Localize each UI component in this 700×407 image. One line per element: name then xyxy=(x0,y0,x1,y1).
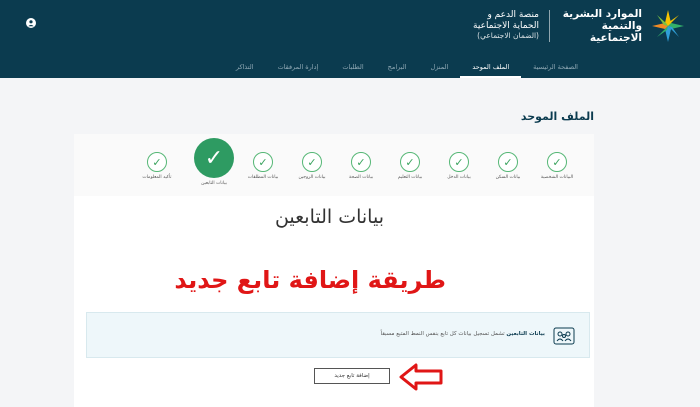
step-label: بيانات الدخل xyxy=(447,175,471,180)
overlay-caption: طريقة إضافة تابع جديد xyxy=(174,266,446,294)
info-text: بيانات التابعين تشمل تسجيل بيانات كل تاب… xyxy=(381,331,545,337)
check-icon: ✓ xyxy=(400,152,420,172)
step-personal[interactable]: ✓ البيانات الشخصية xyxy=(532,152,582,180)
step-label: بيانات الزوجين xyxy=(298,175,326,180)
nav-requests[interactable]: الطلبات xyxy=(330,58,375,78)
family-icon xyxy=(553,327,575,345)
section-title: بيانات التابعين xyxy=(274,206,384,228)
step-dependents[interactable]: ✓ بيانات التابعين xyxy=(189,138,239,186)
step-divorcees[interactable]: ✓ بيانات المطلقات xyxy=(238,152,288,180)
check-icon: ✓ xyxy=(147,152,167,172)
step-label: بيانات السكن xyxy=(495,175,521,180)
platform-line-1: منصة الدعم و xyxy=(487,10,539,21)
check-icon: ✓ xyxy=(253,152,273,172)
nav-tickets[interactable]: التذاكر xyxy=(224,58,266,78)
platform-line-3: (الضمان الاجتماعي) xyxy=(477,31,539,41)
step-confirm[interactable]: ✓ تأكيد المعلومات xyxy=(132,152,182,180)
step-label: تأكيد المعلومات xyxy=(142,175,172,180)
info-alert: بيانات التابعين تشمل تسجيل بيانات كل تاب… xyxy=(86,312,590,358)
nav-residence[interactable]: المنزل xyxy=(418,58,460,78)
check-icon: ✓ xyxy=(449,152,469,172)
check-icon: ✓ xyxy=(498,152,518,172)
ministry-logo xyxy=(652,10,684,42)
step-health[interactable]: ✓ بيانات الصحة xyxy=(336,152,386,180)
nav-home[interactable]: الصفحة الرئيسية xyxy=(521,58,590,78)
nav-attachments[interactable]: إدارة المرفقات xyxy=(266,58,331,78)
info-bold: بيانات التابعين xyxy=(506,331,545,337)
step-education[interactable]: ✓ بيانات التعليم xyxy=(385,152,435,180)
step-label: بيانات المطلقات xyxy=(247,175,279,180)
top-header: الموارد البشرية والتنمية الاجتماعية منصة… xyxy=(0,0,700,78)
main-nav: الصفحة الرئيسية الملف الموحد المنزل البر… xyxy=(224,58,590,78)
page-title: الملف الموحد xyxy=(520,110,594,123)
info-body: تشمل تسجيل بيانات كل تابع بنفس النمط الم… xyxy=(380,331,505,337)
stepper: ✓ البيانات الشخصية ✓ بيانات السكن ✓ بيان… xyxy=(74,134,594,196)
check-icon: ✓ xyxy=(194,138,234,178)
step-income[interactable]: ✓ بيانات الدخل xyxy=(434,152,484,180)
step-label: بيانات الصحة xyxy=(348,175,374,180)
check-icon: ✓ xyxy=(547,152,567,172)
ministry-name: الموارد البشرية والتنمية الاجتماعية xyxy=(562,8,642,44)
nav-unified-file[interactable]: الملف الموحد xyxy=(460,58,522,78)
platform-line-2: الحماية الاجتماعية xyxy=(473,20,539,31)
header-divider xyxy=(549,10,550,42)
brand-logo-block[interactable]: الموارد البشرية والتنمية الاجتماعية منصة… xyxy=(459,6,688,46)
step-label: بيانات التعليم xyxy=(397,175,423,180)
nav-programs[interactable]: البرامج xyxy=(376,58,419,78)
check-icon: ✓ xyxy=(351,152,371,172)
arrow-left-icon xyxy=(399,363,443,391)
steps-row: ✓ البيانات الشخصية ✓ بيانات السكن ✓ بيان… xyxy=(112,138,582,194)
step-housing[interactable]: ✓ بيانات السكن xyxy=(483,152,533,180)
step-label: البيانات الشخصية xyxy=(540,175,574,180)
form-card: ✓ البيانات الشخصية ✓ بيانات السكن ✓ بيان… xyxy=(74,134,594,407)
step-spouses[interactable]: ✓ بيانات الزوجين xyxy=(287,152,337,180)
check-icon: ✓ xyxy=(302,152,322,172)
platform-name: منصة الدعم و الحماية الاجتماعية (الضمان … xyxy=(459,10,539,42)
add-dependent-button[interactable]: إضافة تابع جديد xyxy=(314,368,390,384)
user-account-icon[interactable] xyxy=(26,18,36,28)
step-label: بيانات التابعين xyxy=(201,181,227,186)
